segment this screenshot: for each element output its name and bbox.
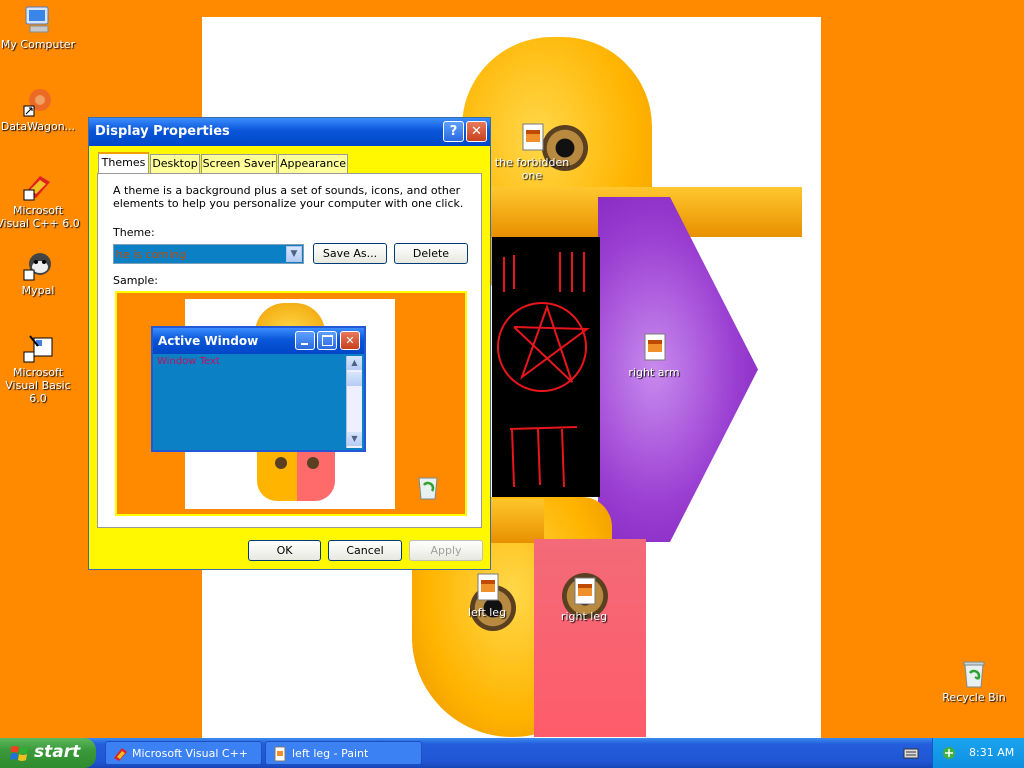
recycle-bin-icon [958, 657, 990, 689]
desktop-icon-recycle-bin[interactable]: Recycle Bin [931, 657, 1017, 704]
paint-image-icon [471, 572, 503, 604]
dialog-title-bar[interactable]: Display Properties ? ✕ [89, 118, 490, 146]
paint-image-icon [638, 332, 670, 364]
desktop-icon-label: DataWagon... [0, 120, 76, 133]
sample-window-title: Active Window [158, 334, 259, 348]
maximize-icon [317, 331, 337, 350]
taskbar: start Microsoft Visual C++ left leg - Pa… [0, 738, 1024, 768]
paint-image-icon [516, 122, 548, 154]
minimize-icon [295, 331, 315, 350]
desktop-icon-left-leg[interactable]: left leg [444, 572, 530, 619]
theme-sample-preview: Active Window ✕ Window Text ▲ ▼ [115, 291, 467, 516]
wallpaper-red-face [534, 539, 646, 737]
keyboard-icon[interactable] [903, 745, 919, 761]
apply-button[interactable]: Apply [409, 540, 483, 561]
help-icon: ? [449, 124, 458, 139]
close-button[interactable]: ✕ [466, 121, 487, 142]
recycle-bin-icon [413, 471, 443, 501]
desktop-icon-label: My Computer [0, 38, 76, 51]
visual-cpp-icon [114, 748, 127, 761]
theme-label: Theme: [113, 226, 155, 239]
desktop-icon-right-arm[interactable]: right arm [611, 332, 697, 379]
display-properties-dialog: Display Properties ? ✕ Themes Desktop Sc… [88, 117, 491, 570]
desktop-icon-my-computer[interactable]: My Computer [0, 4, 81, 51]
datawagon-icon [22, 86, 54, 118]
tab-themes[interactable]: Themes [98, 152, 149, 174]
pentagram-drawing [497, 252, 590, 488]
close-icon: ✕ [471, 124, 482, 139]
paint-image-icon [568, 576, 600, 608]
taskbar-button-paint[interactable]: left leg - Paint [265, 741, 422, 765]
network-icon[interactable] [941, 745, 957, 761]
desktop-icon-label: Microsoft Visual C++ 6.0 [0, 204, 80, 230]
theme-dropdown[interactable]: he is coming ▼ [113, 244, 304, 264]
delete-button[interactable]: Delete [394, 243, 468, 264]
desktop-icon-mypal[interactable]: Mypal [0, 250, 81, 297]
themes-description: A theme is a background plus a set of so… [113, 184, 464, 210]
desktop-icon-label: right arm [628, 366, 680, 379]
windows-logo-icon [10, 746, 28, 761]
desktop-icon-right-leg[interactable]: right leg [541, 576, 627, 623]
desktop-icon-visual-basic[interactable]: Microsoft Visual Basic 6.0 [0, 332, 81, 405]
taskbar-button-label: Microsoft Visual C++ [132, 747, 249, 760]
desktop-icon-datawagon[interactable]: DataWagon... [0, 86, 81, 133]
tab-appearance[interactable]: Appearance [278, 154, 348, 173]
desktop-icon-visual-cpp[interactable]: Microsoft Visual C++ 6.0 [0, 170, 81, 230]
chevron-up-icon: ▲ [347, 356, 362, 370]
theme-selected-value: he is coming [116, 248, 187, 261]
tab-screen-saver[interactable]: Screen Saver [201, 154, 277, 173]
desktop-icon-label: Microsoft Visual Basic 6.0 [5, 366, 71, 405]
desktop-icon-label: Mypal [21, 284, 55, 297]
start-label: start [34, 742, 81, 762]
desktop-icon-label: the forbidden one [494, 156, 570, 182]
desktop-icon-forbidden-one[interactable]: the forbidden one [489, 122, 575, 182]
visual-basic-icon [22, 332, 54, 364]
taskbar-button-visual-cpp[interactable]: Microsoft Visual C++ [105, 741, 262, 765]
scroll-thumb [347, 372, 362, 386]
sample-scrollbar: ▲ ▼ [346, 356, 362, 448]
close-icon: ✕ [340, 331, 360, 350]
chevron-down-icon: ▼ [347, 432, 362, 446]
start-button[interactable]: start [0, 738, 96, 768]
desktop-icon-label: Recycle Bin [942, 691, 1006, 704]
desktop-icon-label: right leg [560, 610, 608, 623]
my-computer-icon [22, 4, 54, 36]
dialog-title: Display Properties [95, 124, 230, 139]
visual-cpp-icon [22, 170, 54, 202]
sample-active-window: Active Window ✕ Window Text ▲ ▼ [151, 326, 366, 452]
desktop-icon-label: left leg [467, 606, 507, 619]
sample-window-text: Window Text [157, 356, 220, 367]
cancel-button[interactable]: Cancel [328, 540, 402, 561]
save-as-button[interactable]: Save As... [313, 243, 387, 264]
tab-desktop[interactable]: Desktop [150, 154, 200, 173]
sample-window-title-bar: Active Window ✕ [153, 328, 364, 354]
sample-label: Sample: [113, 274, 158, 287]
chevron-down-icon[interactable]: ▼ [286, 246, 302, 262]
ok-button[interactable]: OK [248, 540, 321, 561]
help-button[interactable]: ? [443, 121, 464, 142]
paint-icon [274, 746, 286, 762]
mypal-icon [22, 250, 54, 282]
wallpaper-black-panel [492, 237, 600, 497]
taskbar-button-label: left leg - Paint [292, 747, 369, 760]
clock[interactable]: 8:31 AM [969, 746, 1014, 759]
system-tray: 8:31 AM [932, 738, 1024, 768]
